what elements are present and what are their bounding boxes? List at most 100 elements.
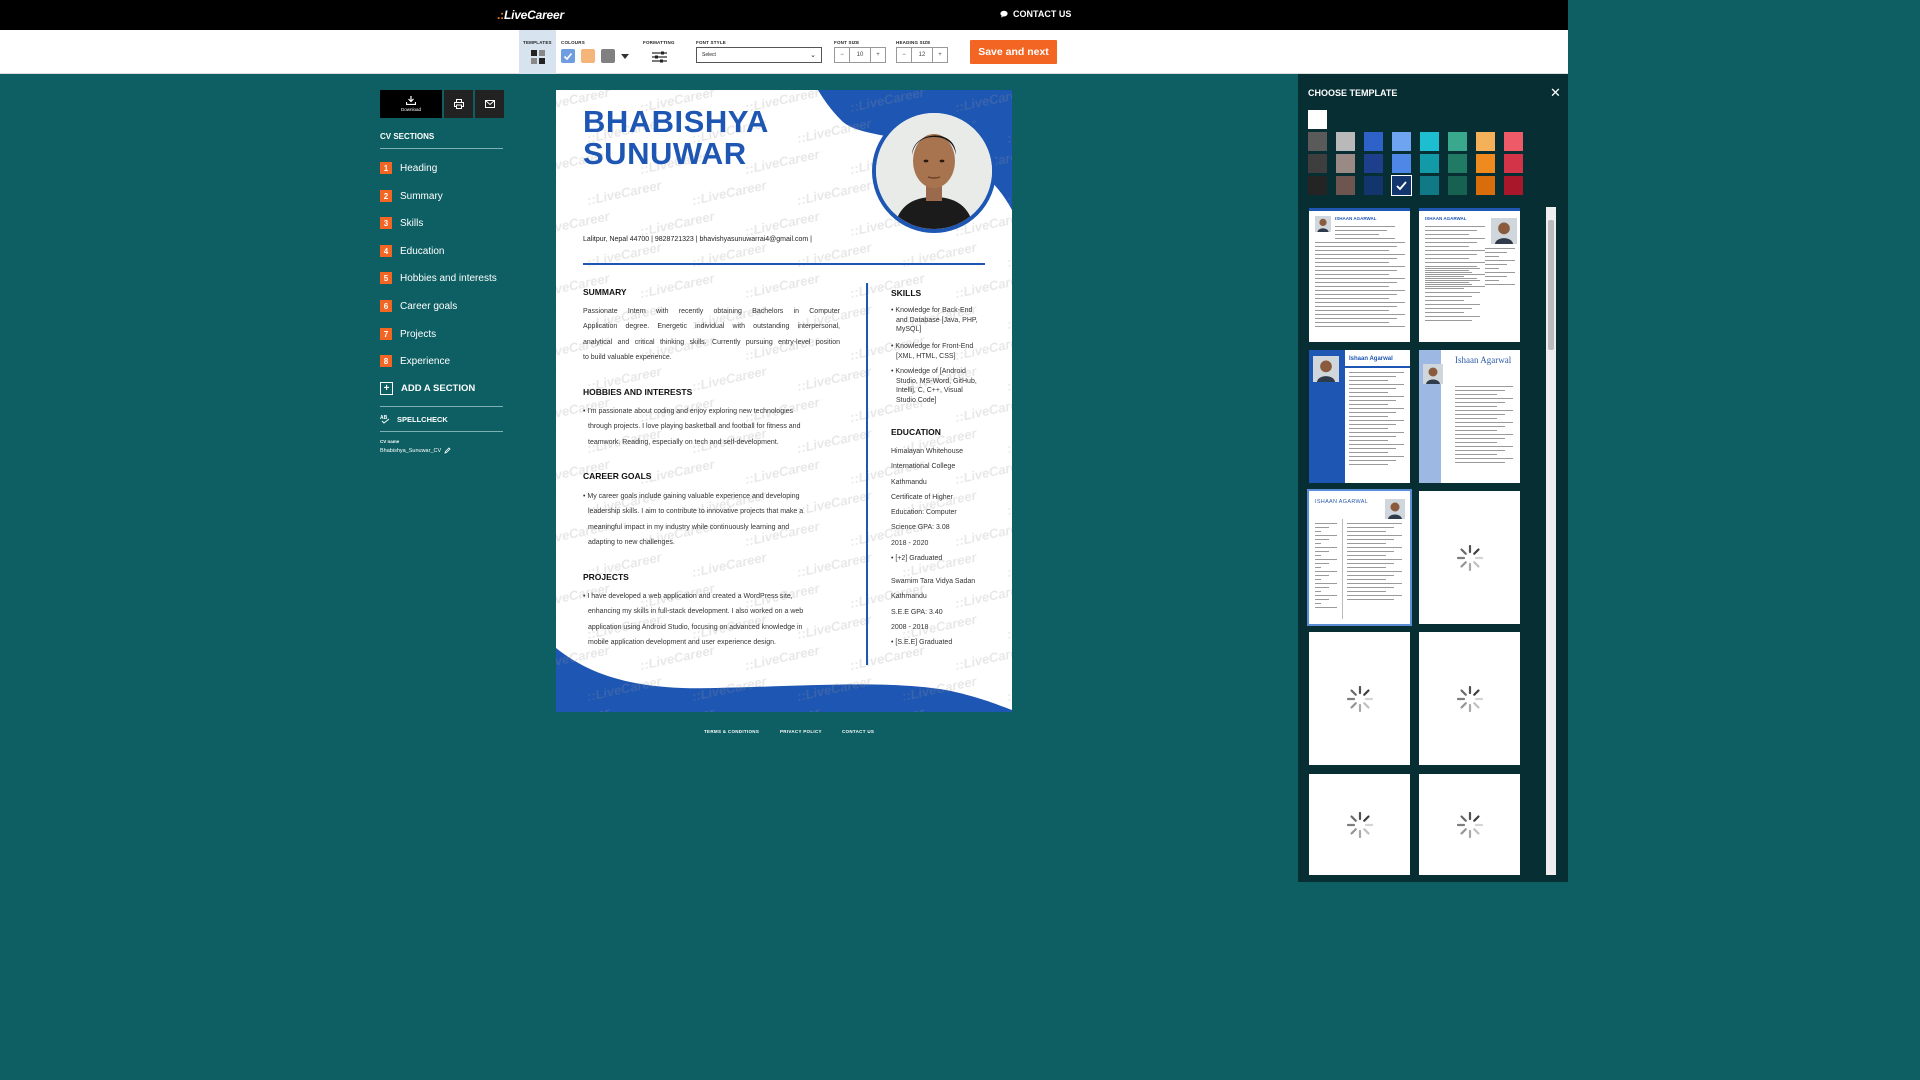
template-thumbnail[interactable] [1419,774,1520,875]
divider [380,406,503,407]
close-icon[interactable]: ✕ [1550,85,1561,101]
section-hobbies[interactable]: 5 Hobbies and interests [380,272,497,284]
font-style-select[interactable]: Select ⌄ [696,47,822,63]
section-label: Experience [400,355,451,367]
education-line: 2008 - 2018 [891,623,929,631]
color-swatch[interactable] [1336,154,1355,173]
color-swatch[interactable] [1336,176,1355,195]
resume-contact-line: Lalitpur, Nepal 44700 | 9828721323 | bha… [583,236,812,243]
color-swatch[interactable] [1364,154,1383,173]
skill-line: • Knowledge for Back-End [891,307,973,314]
summary-line: analytical and critical thinking skills.… [583,338,840,346]
template-thumbnail[interactable] [1419,491,1520,624]
resume-preview[interactable]: ::LiveCareer::LiveCareer::LiveCareer::Li… [556,90,1012,712]
print-button[interactable] [444,90,473,118]
privacy-link[interactable]: PRIVACY POLICY [780,729,822,734]
color-swatch[interactable] [1364,132,1383,151]
color-swatch[interactable] [1420,176,1439,195]
thumb-name: ISHAAN AGARWAL [1425,216,1467,221]
cv-name-field[interactable]: Bhabishya_Sunuwar_CV [380,447,451,454]
template-thumbnail[interactable]: Ishaan Agarwal [1419,350,1520,483]
font-size-decrease-button[interactable]: − [835,48,849,62]
section-experience[interactable]: 8 Experience [380,355,450,367]
terms-link[interactable]: TERMS & CONDITIONS [704,729,759,734]
color-swatch[interactable] [1308,132,1327,151]
skill-item: • Knowledge of [Android Studio, MS-Word,… [891,367,986,405]
color-swatch-white[interactable] [1308,110,1327,129]
color-swatch[interactable] [1392,154,1411,173]
section-number-badge: 2 [380,190,392,202]
logo-text: LiveCareer [503,8,564,22]
color-swatch[interactable] [1448,132,1467,151]
career-goals-heading: CAREER GOALS [583,471,652,481]
person-portrait-icon [876,113,992,229]
template-thumbnail[interactable] [1419,632,1520,765]
download-label: Download [400,107,421,112]
color-swatch[interactable] [1504,132,1523,151]
top-bar: .:LiveCareer CONTACT US [0,0,1568,30]
colour-swatch-grey[interactable] [601,49,615,63]
heading-size-increase-button[interactable]: + [933,48,947,62]
thumb-name: Ishaan Agarwal [1349,356,1393,362]
formatting-button[interactable]: FORMATTING [643,30,678,74]
color-swatch[interactable] [1392,132,1411,151]
section-heading[interactable]: 1 Heading [380,162,437,174]
colour-swatch-peach[interactable] [581,49,595,63]
section-projects[interactable]: 7 Projects [380,328,436,340]
templates-button[interactable]: TEMPLATES [519,30,556,74]
template-thumbnail[interactable] [1309,632,1410,765]
livecareer-logo[interactable]: .:LiveCareer [497,8,564,22]
section-summary[interactable]: 2 Summary [380,190,443,202]
color-swatch[interactable] [1476,154,1495,173]
template-thumbnail[interactable]: Ishaan Agarwal [1309,350,1410,483]
caret-down-icon[interactable] [621,54,629,59]
divider [380,431,503,432]
color-swatch[interactable] [1476,132,1495,151]
add-section-button[interactable]: + ADD A SECTION [380,382,475,395]
download-button[interactable]: Download [380,90,442,118]
color-swatch[interactable] [1420,132,1439,151]
footer-contact-link[interactable]: CONTACT US [842,729,874,734]
color-swatch[interactable] [1476,176,1495,195]
font-size-value[interactable]: 10 [849,48,871,62]
skill-line: [XML, HTML, CSS] [896,352,956,360]
color-swatch[interactable] [1504,154,1523,173]
skill-line: Studio, MS-Word, GitHub, [896,377,977,385]
save-and-next-button[interactable]: Save and next [970,40,1057,64]
spellcheck-label: SPELLCHECK [397,414,448,424]
color-swatch[interactable] [1308,154,1327,173]
template-thumbnail[interactable]: ISHAAN AGARWAL [1307,489,1412,626]
color-swatch[interactable] [1391,175,1412,196]
email-button[interactable] [475,90,504,118]
education-heading: EDUCATION [891,427,941,437]
color-swatch[interactable] [1336,132,1355,151]
font-size-increase-button[interactable]: + [871,48,885,62]
template-thumbnail[interactable]: ISHAAN AGARWAL [1309,208,1410,342]
colour-swatch-blue[interactable] [561,49,575,63]
color-swatch[interactable] [1364,176,1383,195]
heading-size-value[interactable]: 12 [911,48,933,62]
template-scrollbar-thumb[interactable] [1548,220,1554,350]
resume-column-divider [866,283,868,665]
contact-us-link[interactable]: CONTACT US [1000,9,1071,19]
template-thumbnail[interactable] [1309,774,1410,875]
heading-size-decrease-button[interactable]: − [897,48,911,62]
section-education[interactable]: 4 Education [380,245,444,257]
summary-line: to build valuable experience. [583,353,672,361]
color-swatch[interactable] [1308,176,1327,195]
font-style-label: FONT STYLE [696,40,726,45]
chat-bubble-icon [1000,10,1008,18]
printer-icon [453,99,464,109]
projects-line: mobile application development and user … [588,638,776,646]
section-skills[interactable]: 3 Skills [380,217,423,229]
color-swatch[interactable] [1448,176,1467,195]
color-swatch[interactable] [1504,176,1523,195]
avatar [1385,499,1405,519]
spellcheck-button[interactable]: AB SPELLCHECK [380,414,448,424]
template-thumbnail[interactable]: ISHAAN AGARWAL [1419,208,1520,342]
pencil-icon[interactable] [444,447,451,454]
color-swatch[interactable] [1420,154,1439,173]
color-swatch[interactable] [1448,154,1467,173]
section-career-goals[interactable]: 6 Career goals [380,300,457,312]
projects-line: • I have developed a web application and… [583,593,793,600]
